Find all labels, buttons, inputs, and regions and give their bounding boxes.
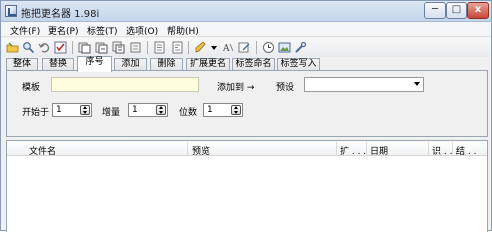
menu-bar: 文件(F) 更名(P) 标签(T) 选项(O) 帮助(H) <box>1 22 491 37</box>
column-separator[interactable] <box>428 142 429 155</box>
title-bar: 拖把更名器 1.98i ─ □ x <box>1 1 491 22</box>
search-icon[interactable] <box>22 41 35 54</box>
start-stepper[interactable]: 1 <box>52 103 92 117</box>
app-icon <box>5 5 17 17</box>
rename-alt-icon[interactable] <box>95 41 108 54</box>
maximize-button[interactable]: □ <box>446 2 467 19</box>
menu-rename[interactable]: 更名(P) <box>48 24 78 37</box>
list-icon[interactable] <box>153 41 166 54</box>
spin-arrows-icon[interactable] <box>80 105 90 115</box>
rename-icon[interactable] <box>78 41 91 54</box>
file-list[interactable]: 文件名 预览 扩 . . . 日期 识 . . . 结 . . <box>6 140 488 232</box>
column-extension[interactable]: 扩 . . . <box>340 144 366 157</box>
window-title: 拖把更名器 1.98i <box>21 9 100 20</box>
spin-arrows-icon[interactable] <box>156 105 166 115</box>
menu-help[interactable]: 帮助(H) <box>167 24 199 37</box>
dropdown-arrow-icon[interactable] <box>208 41 221 54</box>
copy-icon[interactable] <box>129 41 142 54</box>
column-result[interactable]: 结 . . <box>456 144 476 157</box>
check-icon[interactable] <box>54 41 67 54</box>
rename-all-icon[interactable] <box>112 41 125 54</box>
svg-text:A: A <box>222 44 230 54</box>
app-window: 拖把更名器 1.98i ─ □ x 文件(F) 更名(P) 标签(T) 选项(O… <box>0 0 492 232</box>
start-label: 开始于 <box>22 108 50 118</box>
digits-stepper[interactable]: 1 <box>203 103 243 117</box>
undo-icon[interactable] <box>38 41 51 54</box>
template-label: 模板 <box>22 83 41 93</box>
file-list-header: 文件名 预览 扩 . . . 日期 识 . . . 结 . . <box>7 141 487 157</box>
digits-label: 位数 <box>179 108 198 118</box>
open-folder-icon[interactable] <box>6 41 19 54</box>
start-value: 1 <box>56 105 62 115</box>
edit-icon[interactable] <box>238 41 251 54</box>
preset-select[interactable] <box>304 77 424 92</box>
list-alt-icon[interactable] <box>171 41 184 54</box>
minimize-button[interactable]: ─ <box>424 2 446 19</box>
column-separator[interactable] <box>187 142 188 155</box>
toolbar-separator <box>147 41 148 54</box>
clock-icon[interactable] <box>262 41 275 54</box>
digits-value: 1 <box>207 105 213 115</box>
brush-icon[interactable] <box>194 41 207 54</box>
column-separator[interactable] <box>336 142 337 155</box>
template-input[interactable] <box>51 77 199 92</box>
step-stepper[interactable]: 1 <box>128 103 168 117</box>
add-to-label: 添加到 → <box>217 83 255 93</box>
column-id[interactable]: 识 . . . <box>432 144 458 157</box>
toolbar-separator <box>72 41 73 54</box>
image-icon[interactable] <box>278 41 291 54</box>
column-date[interactable]: 日期 <box>370 144 388 157</box>
text-format-icon[interactable]: A <box>222 41 235 54</box>
menu-tag[interactable]: 标签(T) <box>87 24 118 37</box>
tab-sequence[interactable]: 序号 <box>77 56 112 72</box>
close-button[interactable]: x <box>467 2 489 19</box>
step-label: 增量 <box>102 108 121 118</box>
column-preview[interactable]: 预览 <box>192 144 210 157</box>
tools-icon[interactable] <box>294 41 307 54</box>
step-value: 1 <box>132 105 138 115</box>
menu-options[interactable]: 选项(O) <box>126 24 158 37</box>
preset-label: 预设 <box>276 83 295 93</box>
menu-file[interactable]: 文件(F) <box>10 24 40 37</box>
column-filename[interactable]: 文件名 <box>29 144 56 157</box>
column-separator[interactable] <box>452 142 453 155</box>
toolbar-separator <box>188 41 189 54</box>
toolbar-separator <box>256 41 257 54</box>
column-separator[interactable] <box>366 142 367 155</box>
tab-bar: 整体 替换 序号 添加 删除 扩展更名 标签命名 标签写入 <box>1 56 491 72</box>
spin-arrows-icon[interactable] <box>231 105 241 115</box>
chevron-down-icon <box>414 82 420 86</box>
toolbar: A <box>1 38 491 57</box>
